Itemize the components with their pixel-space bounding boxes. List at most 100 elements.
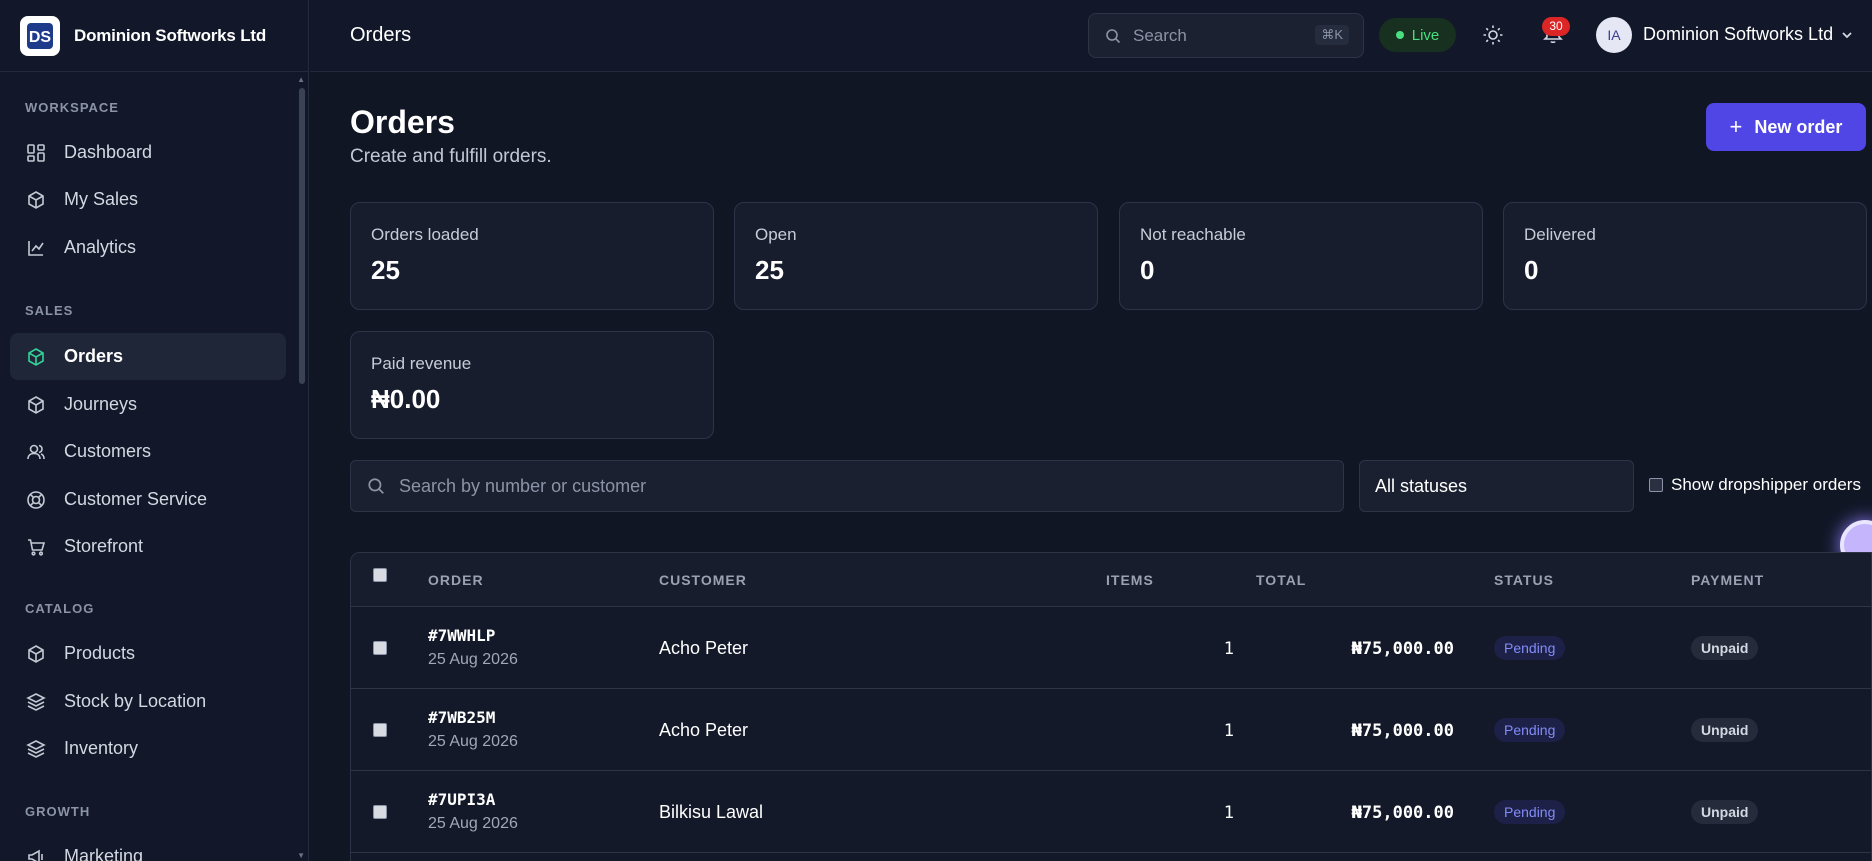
sidebar-item-label: Storefront — [64, 536, 144, 556]
order-cell: #7UPI3A 25 Aug 2026 — [428, 790, 518, 833]
payment-badge: Unpaid — [1691, 800, 1759, 824]
sidebar-item-label: Stock by Location — [64, 691, 207, 711]
brand-logo: DS — [20, 15, 60, 56]
sidebar-item-customers[interactable]: Customers — [10, 428, 286, 475]
stat-value: 0 — [1140, 255, 1155, 285]
order-total: ₦75,000.00 — [1351, 803, 1454, 823]
notification-count-badge: 30 — [1542, 17, 1570, 36]
sidebar-item-customer-service[interactable]: Customer Service — [10, 476, 286, 523]
brand[interactable]: DS Dominion Softworks Ltd — [0, 0, 308, 72]
sidebar-item-orders[interactable]: Orders — [10, 333, 286, 380]
row-checkbox[interactable] — [373, 805, 387, 819]
sidebar-item-my-sales[interactable]: My Sales — [10, 176, 286, 223]
live-badge[interactable]: Live — [1379, 18, 1456, 52]
chart-line-icon — [28, 240, 44, 256]
column-header-payment[interactable]: PAYMENT — [1691, 572, 1764, 588]
page-subtitle: Create and fulfill orders. — [350, 146, 552, 167]
payment-badge: Unpaid — [1691, 636, 1759, 660]
items-count: 1 — [1223, 639, 1234, 659]
page-title: Orders — [350, 104, 455, 140]
row-checkbox[interactable] — [373, 723, 387, 737]
sun-icon[interactable] — [1482, 24, 1504, 46]
sidebar-nav: WORKSPACE Dashboard My Sales Analytics S… — [0, 73, 300, 861]
users-icon — [27, 444, 45, 459]
scroll-up-arrow-icon[interactable]: ▲ — [297, 75, 305, 84]
dropshipper-checkbox[interactable] — [1649, 478, 1663, 492]
brand-name: Dominion Softworks Ltd — [74, 25, 267, 45]
stat-value: 25 — [371, 255, 400, 285]
items-count: 1 — [1223, 803, 1234, 823]
column-header-items[interactable]: ITEMS — [1106, 572, 1154, 588]
sidebar-item-stock-by-location[interactable]: Stock by Location — [10, 678, 286, 725]
sidebar-item-label: Products — [64, 643, 136, 663]
dropshipper-toggle[interactable]: Show dropshipper orders — [1649, 475, 1861, 495]
global-search[interactable]: Search ⌘K — [1088, 13, 1364, 58]
stat-card-orders-loaded: Orders loaded 25 — [350, 202, 714, 310]
sidebar-item-label: Customers — [64, 441, 152, 461]
dropshipper-label: Show dropshipper orders — [1671, 475, 1861, 494]
dashboard-icon — [27, 143, 45, 162]
select-all-checkbox[interactable] — [373, 568, 387, 582]
row-checkbox[interactable] — [373, 641, 387, 655]
order-date: 25 Aug 2026 — [428, 815, 518, 832]
customer-name: Bilkisu Lawal — [659, 802, 764, 822]
table-header: ORDER CUSTOMER ITEMS TOTAL STATUS PAYMEN… — [351, 553, 1871, 607]
sidebar-item-inventory[interactable]: Inventory — [10, 725, 286, 772]
new-order-button[interactable]: + New order — [1706, 103, 1866, 151]
items-count: 1 — [1223, 721, 1234, 741]
top-header: Orders Search ⌘K Live 30 IA Dominion Sof… — [310, 0, 1872, 72]
stat-value: ₦0.00 — [371, 384, 441, 414]
status-filter-select[interactable]: All statuses — [1359, 460, 1634, 512]
sidebar-item-label: Dashboard — [64, 142, 153, 162]
new-order-label: New order — [1754, 116, 1843, 137]
stat-label: Orders loaded — [371, 225, 479, 244]
avatar[interactable]: IA — [1596, 17, 1632, 53]
column-header-customer[interactable]: CUSTOMER — [659, 572, 747, 588]
sidebar-item-label: Orders — [64, 346, 124, 366]
sidebar-scrollbar[interactable] — [299, 88, 305, 384]
search-icon — [1106, 28, 1121, 43]
order-cell: #7WB25M 25 Aug 2026 — [428, 708, 518, 751]
column-header-total[interactable]: TOTAL — [1256, 572, 1306, 588]
sidebar-item-storefront[interactable]: Storefront — [10, 523, 286, 570]
table-row[interactable]: #7UPI3A 25 Aug 2026 Bilkisu Lawal 1 ₦75,… — [351, 772, 1871, 853]
column-header-order[interactable]: ORDER — [428, 572, 484, 588]
section-title-growth: GROWTH — [25, 804, 91, 819]
order-date: 25 Aug 2026 — [428, 733, 518, 750]
search-icon — [368, 478, 384, 494]
sidebar-item-marketing[interactable]: Marketing — [10, 833, 286, 861]
stat-card-open: Open 25 — [734, 202, 1098, 310]
sidebar-item-products[interactable]: Products — [10, 630, 286, 677]
order-number[interactable]: #7WB25M — [428, 708, 518, 727]
sidebar-item-label: Customer Service — [64, 489, 208, 509]
table-row[interactable]: #7WB25M 25 Aug 2026 Acho Peter 1 ₦75,000… — [351, 690, 1871, 771]
svg-text:DS: DS — [29, 29, 52, 46]
sidebar-item-analytics[interactable]: Analytics — [10, 224, 286, 271]
sidebar-item-journeys[interactable]: Journeys — [10, 381, 286, 428]
stat-label: Open — [755, 225, 797, 244]
user-name[interactable]: Dominion Softworks Ltd — [1643, 24, 1833, 45]
stat-card-paid-revenue: Paid revenue ₦0.00 — [350, 331, 714, 439]
status-badge: Pending — [1494, 718, 1566, 742]
status-badge: Pending — [1494, 800, 1566, 824]
order-total: ₦75,000.00 — [1351, 721, 1454, 741]
sidebar-item-label: Analytics — [64, 237, 137, 257]
scroll-down-arrow-icon[interactable]: ▼ — [297, 851, 305, 860]
sidebar-item-dashboard[interactable]: Dashboard — [10, 129, 286, 176]
orders-table: ORDER CUSTOMER ITEMS TOTAL STATUS PAYMEN… — [350, 552, 1872, 861]
column-header-status[interactable]: STATUS — [1494, 572, 1554, 588]
sidebar-item-label: Inventory — [64, 738, 139, 758]
search-placeholder: Search — [1133, 25, 1187, 45]
payment-badge: Unpaid — [1691, 718, 1759, 742]
stat-card-not-reachable: Not reachable 0 — [1119, 202, 1483, 310]
table-row[interactable]: #7WWHLP 25 Aug 2026 Acho Peter 1 ₦75,000… — [351, 608, 1871, 689]
stat-label: Not reachable — [1140, 225, 1246, 244]
stat-value: 0 — [1524, 255, 1539, 285]
cart-icon — [28, 538, 46, 556]
order-number[interactable]: #7WWHLP — [428, 626, 518, 645]
order-search-input[interactable]: Search by number or customer — [350, 460, 1344, 512]
chevron-down-icon[interactable] — [1840, 28, 1854, 42]
order-number[interactable]: #7UPI3A — [428, 790, 518, 809]
megaphone-icon — [28, 849, 43, 861]
live-label: Live — [1411, 26, 1440, 44]
